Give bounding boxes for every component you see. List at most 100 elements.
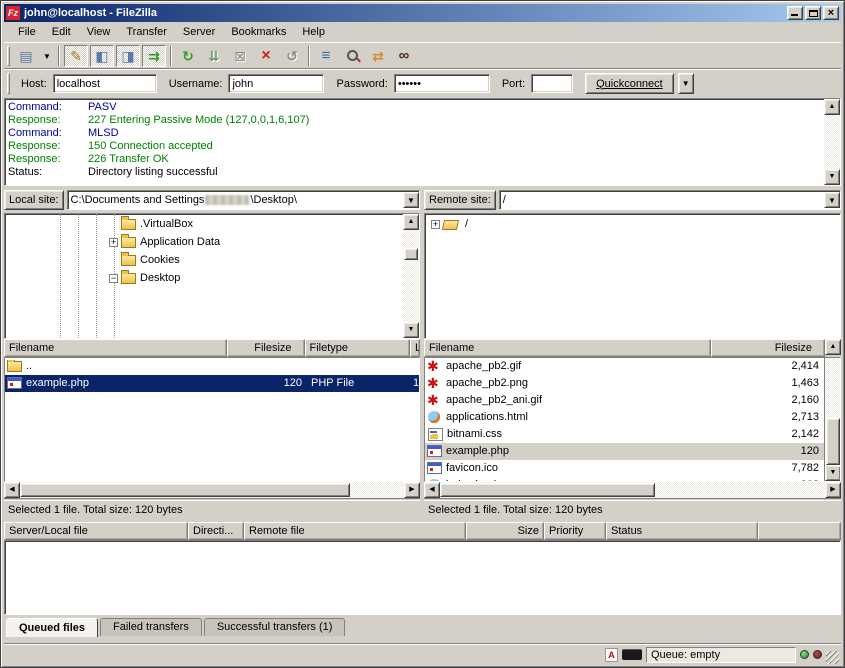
toolbar-gripper[interactable] — [7, 46, 10, 66]
password-label: Password: — [336, 78, 387, 90]
toolbar-button[interactable] — [14, 45, 38, 67]
queue-tab[interactable]: Queued files — [6, 618, 98, 637]
tree-item-label: / — [462, 217, 471, 231]
tree-item[interactable]: Application Data — [5, 233, 403, 251]
column-header[interactable]: Filetype — [305, 339, 410, 357]
tree-expand-icon[interactable] — [431, 220, 440, 229]
menu-item[interactable]: Server — [175, 24, 223, 40]
scroll-thumb[interactable] — [20, 483, 350, 497]
tree-item[interactable]: .VirtualBox — [5, 215, 403, 233]
toolbar-button[interactable] — [228, 45, 252, 67]
column-header[interactable]: Directi... — [188, 522, 244, 540]
file-row[interactable]: apache_pb2.png 1,463 — [425, 375, 824, 392]
menu-item[interactable]: Edit — [44, 24, 79, 40]
file-size: 2,160 — [712, 394, 824, 406]
file-row[interactable]: bitnami.css 2,142 — [425, 426, 824, 443]
column-header[interactable]: Status — [606, 522, 758, 540]
maximize-button[interactable] — [805, 6, 821, 20]
toolbar-button[interactable] — [170, 46, 172, 66]
toolbar-button[interactable] — [280, 45, 304, 67]
menu-item[interactable]: View — [79, 24, 119, 40]
menu-item[interactable]: Help — [294, 24, 333, 40]
column-header[interactable]: L — [410, 339, 420, 357]
scroll-down-icon[interactable]: ▼ — [403, 322, 419, 338]
scroll-up-icon[interactable]: ▲ — [403, 214, 419, 230]
scroll-up-icon[interactable]: ▲ — [825, 339, 841, 355]
local-tree-scrollbar[interactable]: ▲ ▼ — [403, 214, 419, 338]
scroll-left-icon[interactable]: ◀ — [4, 482, 20, 498]
combo-arrow-icon[interactable]: ▼ — [403, 192, 419, 208]
scroll-right-icon[interactable]: ▶ — [404, 482, 420, 498]
scroll-thumb[interactable] — [440, 483, 655, 497]
column-header[interactable]: Remote file — [244, 522, 466, 540]
toolbar-button[interactable] — [314, 45, 338, 67]
file-row[interactable]: applications.html 2,713 — [425, 409, 824, 426]
file-row[interactable]: .. — [5, 358, 419, 375]
column-header[interactable]: Size — [466, 522, 544, 540]
column-header[interactable]: Priority — [544, 522, 606, 540]
combo-arrow-icon[interactable]: ▼ — [824, 192, 840, 208]
toolbar-icon — [322, 48, 331, 63]
scroll-thumb[interactable] — [826, 418, 840, 466]
file-row[interactable]: example.php 120 — [425, 443, 824, 460]
menu-bar: FileEditViewTransferServerBookmarksHelp — [4, 22, 841, 42]
host-input[interactable] — [53, 74, 157, 93]
column-header[interactable]: Server/Local file — [4, 522, 188, 540]
local-hscrollbar[interactable]: ◀ ▶ — [4, 482, 420, 498]
tree-expand-icon[interactable] — [109, 274, 118, 283]
remote-hscrollbar[interactable]: ◀ ▶ — [424, 482, 841, 498]
tree-item[interactable]: / — [425, 215, 840, 233]
toolbar-button[interactable] — [116, 45, 140, 67]
toolbar-button[interactable] — [58, 46, 60, 66]
toolbar-button[interactable] — [142, 45, 166, 67]
file-row[interactable]: apache_pb2_ani.gif 2,160 — [425, 392, 824, 409]
close-button[interactable]: × — [823, 6, 839, 20]
toolbar-button[interactable] — [90, 45, 114, 67]
toolbar-button[interactable] — [202, 45, 226, 67]
menu-item[interactable]: Transfer — [118, 24, 175, 40]
local-site-combo[interactable]: C:\Documents and Settings\Desktop\ ▼ — [67, 190, 420, 210]
column-header[interactable]: Filesize — [227, 339, 305, 357]
tree-item[interactable]: Desktop — [5, 269, 403, 287]
log-scrollbar[interactable]: ▲ ▼ — [824, 99, 840, 185]
column-header[interactable]: Filename — [4, 339, 227, 357]
username-input[interactable] — [228, 74, 324, 93]
port-input[interactable] — [531, 74, 573, 93]
file-row[interactable]: favicon.ico 7,782 — [425, 460, 824, 477]
toolbar-button[interactable] — [254, 45, 278, 67]
menu-item[interactable]: File — [10, 24, 44, 40]
toolbar-button[interactable] — [392, 45, 416, 67]
tree-item[interactable]: Cookies — [5, 251, 403, 269]
scroll-down-icon[interactable]: ▼ — [825, 465, 841, 481]
remote-list-scrollbar[interactable]: ▼ — [824, 358, 840, 482]
toolbar-button[interactable] — [366, 45, 390, 67]
speed-limit-icon[interactable] — [622, 649, 642, 660]
toolbar-button[interactable] — [64, 45, 88, 67]
toolbar-button[interactable] — [176, 45, 200, 67]
quickconnect-button[interactable]: Quickconnect — [585, 73, 674, 94]
resize-grip[interactable] — [826, 651, 839, 664]
scroll-down-icon[interactable]: ▼ — [824, 169, 840, 185]
scroll-thumb[interactable] — [404, 248, 418, 260]
quickconnect-dropdown[interactable]: ▼ — [678, 73, 694, 94]
scroll-right-icon[interactable]: ▶ — [825, 482, 841, 498]
tree-expand-icon[interactable] — [109, 238, 118, 247]
toolbar-button[interactable] — [40, 45, 54, 67]
scroll-up-icon[interactable]: ▲ — [824, 99, 840, 115]
quickbar-gripper[interactable] — [7, 73, 10, 95]
scroll-left-icon[interactable]: ◀ — [424, 482, 440, 498]
minimize-button[interactable] — [787, 6, 803, 20]
toolbar-button[interactable] — [340, 45, 364, 67]
remote-site-combo[interactable]: / ▼ — [499, 190, 841, 210]
column-header[interactable]: Filename — [424, 339, 711, 357]
file-row[interactable]: index.html 202 — [425, 477, 824, 482]
menu-item[interactable]: Bookmarks — [223, 24, 294, 40]
file-row[interactable]: apache_pb2.gif 2,414 — [425, 358, 824, 375]
data-type-indicator-icon[interactable]: A — [605, 648, 618, 662]
toolbar-button[interactable] — [308, 46, 310, 66]
queue-tab[interactable]: Failed transfers — [100, 618, 202, 636]
password-input[interactable] — [394, 74, 490, 93]
column-header[interactable]: Filesize — [711, 339, 825, 357]
queue-tab[interactable]: Successful transfers (1) — [204, 618, 346, 636]
file-row[interactable]: example.php 120 PHP File 1 — [5, 375, 419, 392]
